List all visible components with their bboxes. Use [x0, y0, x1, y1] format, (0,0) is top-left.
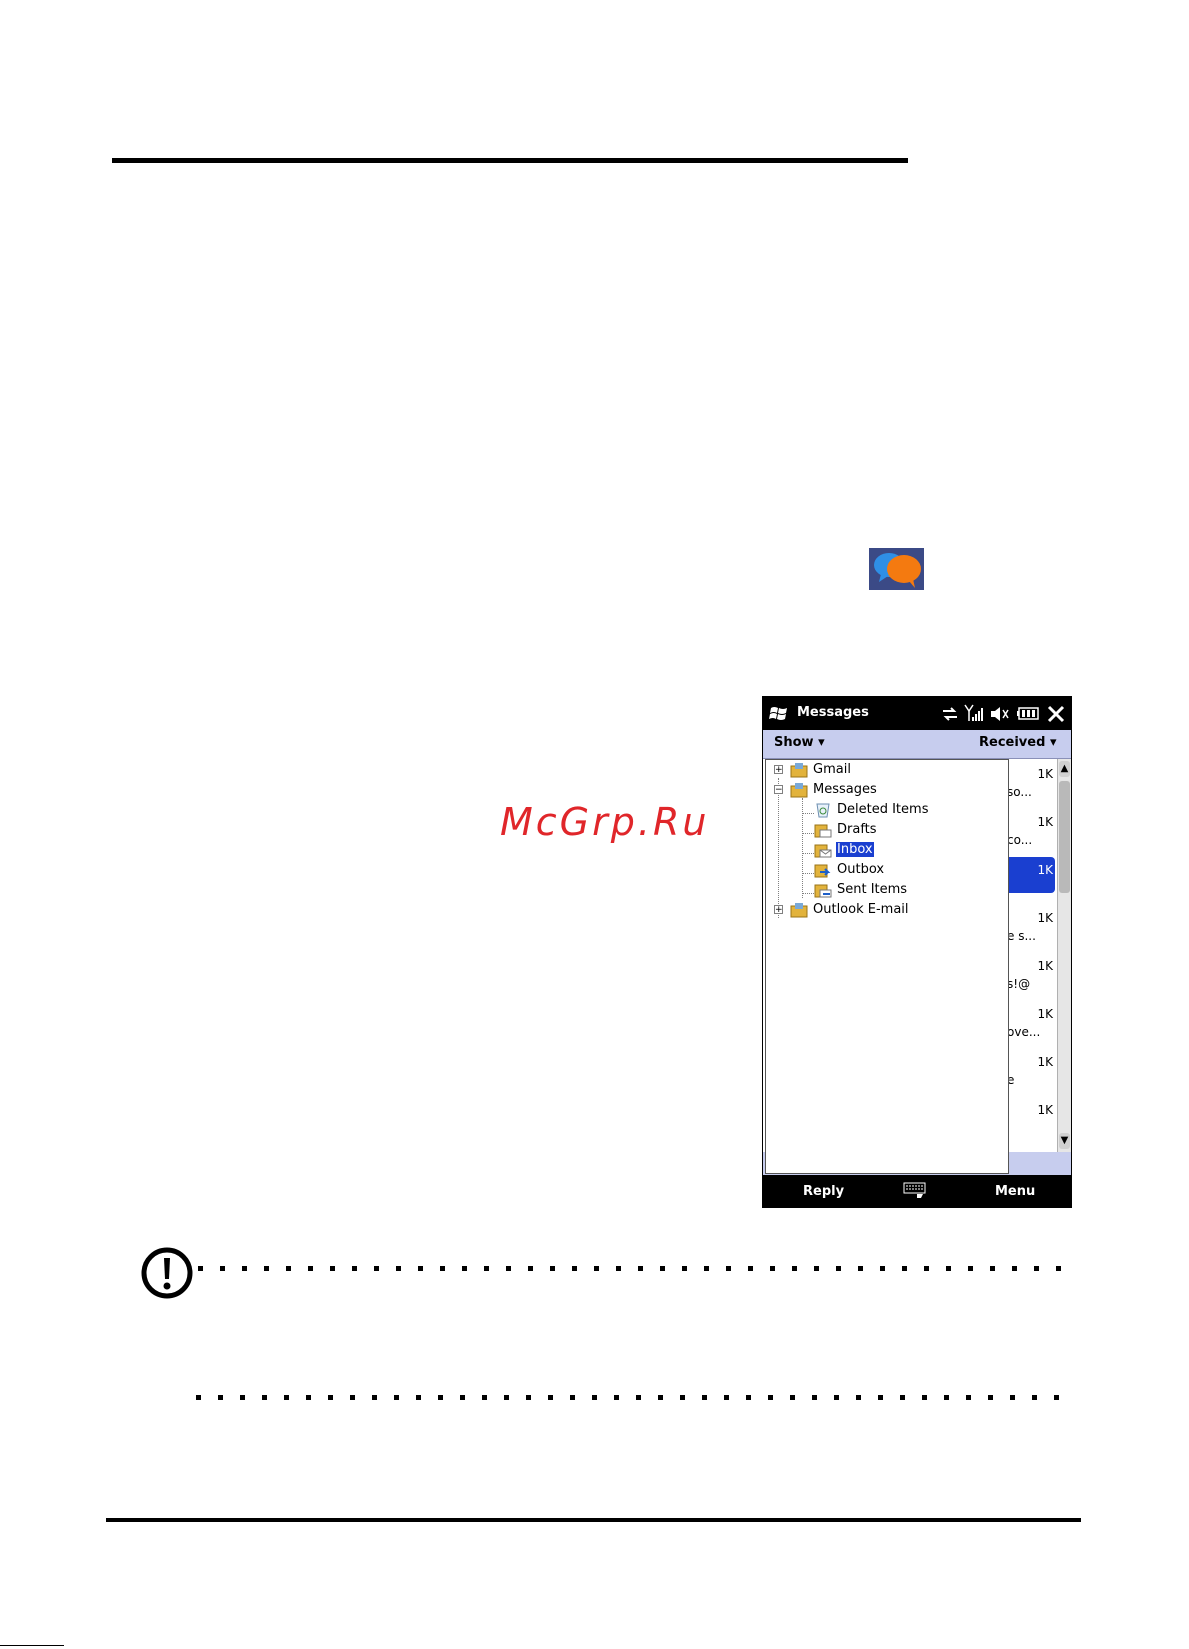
message-size: 1K — [1037, 863, 1053, 877]
tree-item-deleted-items[interactable]: Deleted Items — [836, 801, 929, 819]
message-snippet: ove... — [1007, 1025, 1041, 1039]
top-rule — [112, 158, 908, 163]
note-bottom-rule — [196, 1395, 1070, 1400]
note-top-rule — [198, 1266, 1070, 1271]
reply-softkey[interactable]: Reply — [803, 1184, 844, 1199]
chevron-down-icon: ▾ — [818, 735, 825, 750]
sent-items-folder-icon — [814, 884, 832, 898]
message-snippet: co... — [1007, 833, 1033, 847]
mailbox-folder-icon — [790, 783, 808, 798]
expand-outlook-toggle[interactable]: + — [774, 905, 783, 915]
tree-item-outbox[interactable]: Outbox — [836, 861, 885, 879]
message-size: 1K — [1037, 959, 1053, 973]
soft-key-bar: Reply Menu — [763, 1175, 1071, 1207]
scroll-down-arrow[interactable]: ▼ — [1059, 1133, 1070, 1149]
chevron-down-icon: ▾ — [1049, 735, 1057, 750]
battery-icon[interactable] — [1017, 707, 1039, 720]
message-size: 1K — [1037, 1007, 1053, 1021]
tree-item-outlook-email[interactable]: Outlook E-mail — [812, 901, 910, 919]
title-bar: Messages — [763, 697, 1071, 730]
footer-rule — [0, 1645, 64, 1646]
messages-screen: Messages Show ▾ Received ▾ 1K so... 1K c… — [762, 696, 1072, 1208]
bottom-rule — [106, 1518, 1081, 1522]
recycle-bin-icon — [816, 803, 830, 818]
signal-icon[interactable] — [963, 703, 983, 723]
menu-softkey[interactable]: Menu — [995, 1184, 1035, 1199]
scrollbar[interactable]: ▲ ▼ — [1057, 759, 1071, 1152]
tree-item-inbox[interactable]: Inbox — [836, 841, 874, 859]
important-note-icon — [141, 1247, 193, 1299]
messaging-app-icon — [869, 548, 924, 590]
watermark: McGrp.Ru — [500, 800, 710, 844]
sync-icon[interactable] — [941, 705, 959, 723]
tree-item-messages[interactable]: Messages — [812, 781, 878, 799]
scroll-thumb[interactable] — [1059, 781, 1070, 893]
windows-start-icon[interactable] — [769, 705, 789, 723]
outbox-folder-icon — [814, 864, 831, 878]
folder-tree[interactable]: + Gmail − Messages Deleted Items Drafts … — [765, 759, 1009, 1174]
keyboard-icon[interactable] — [903, 1182, 927, 1199]
drafts-folder-icon — [814, 824, 832, 838]
mailbox-folder-icon — [790, 903, 808, 918]
message-size: 1K — [1037, 1103, 1053, 1117]
show-menu[interactable]: Show ▾ — [774, 735, 825, 750]
collapse-messages-toggle[interactable]: − — [774, 785, 783, 795]
tree-item-drafts[interactable]: Drafts — [836, 821, 878, 839]
tree-guide — [802, 833, 814, 834]
tree-guide — [802, 893, 814, 894]
expand-gmail-toggle[interactable]: + — [774, 765, 783, 775]
tree-guide — [778, 778, 779, 918]
app-title: Messages — [797, 705, 869, 720]
tree-guide — [802, 853, 814, 854]
tree-guide — [802, 873, 814, 874]
message-size: 1K — [1037, 815, 1053, 829]
tree-item-gmail[interactable]: Gmail — [812, 761, 852, 779]
message-snippet: so... — [1007, 785, 1032, 799]
close-icon[interactable] — [1047, 705, 1065, 723]
message-snippet: s!@ — [1007, 977, 1031, 991]
message-size: 1K — [1037, 911, 1053, 925]
speaker-muted-icon[interactable] — [989, 705, 1009, 723]
message-size: 1K — [1037, 1055, 1053, 1069]
scroll-up-arrow[interactable]: ▲ — [1059, 761, 1070, 777]
message-list[interactable]: 1K so... 1K co... 1K 1K e s... 1K s!@ 1K… — [1007, 759, 1057, 1152]
inbox-folder-icon — [814, 844, 832, 858]
tree-guide — [802, 813, 814, 814]
tree-item-sent-items[interactable]: Sent Items — [836, 881, 908, 899]
message-size: 1K — [1037, 767, 1053, 781]
mailbox-folder-icon — [790, 763, 808, 778]
toolbar: Show ▾ Received ▾ — [763, 730, 1071, 759]
sort-received-menu[interactable]: Received ▾ — [979, 735, 1056, 750]
message-snippet: e s... — [1007, 929, 1036, 943]
